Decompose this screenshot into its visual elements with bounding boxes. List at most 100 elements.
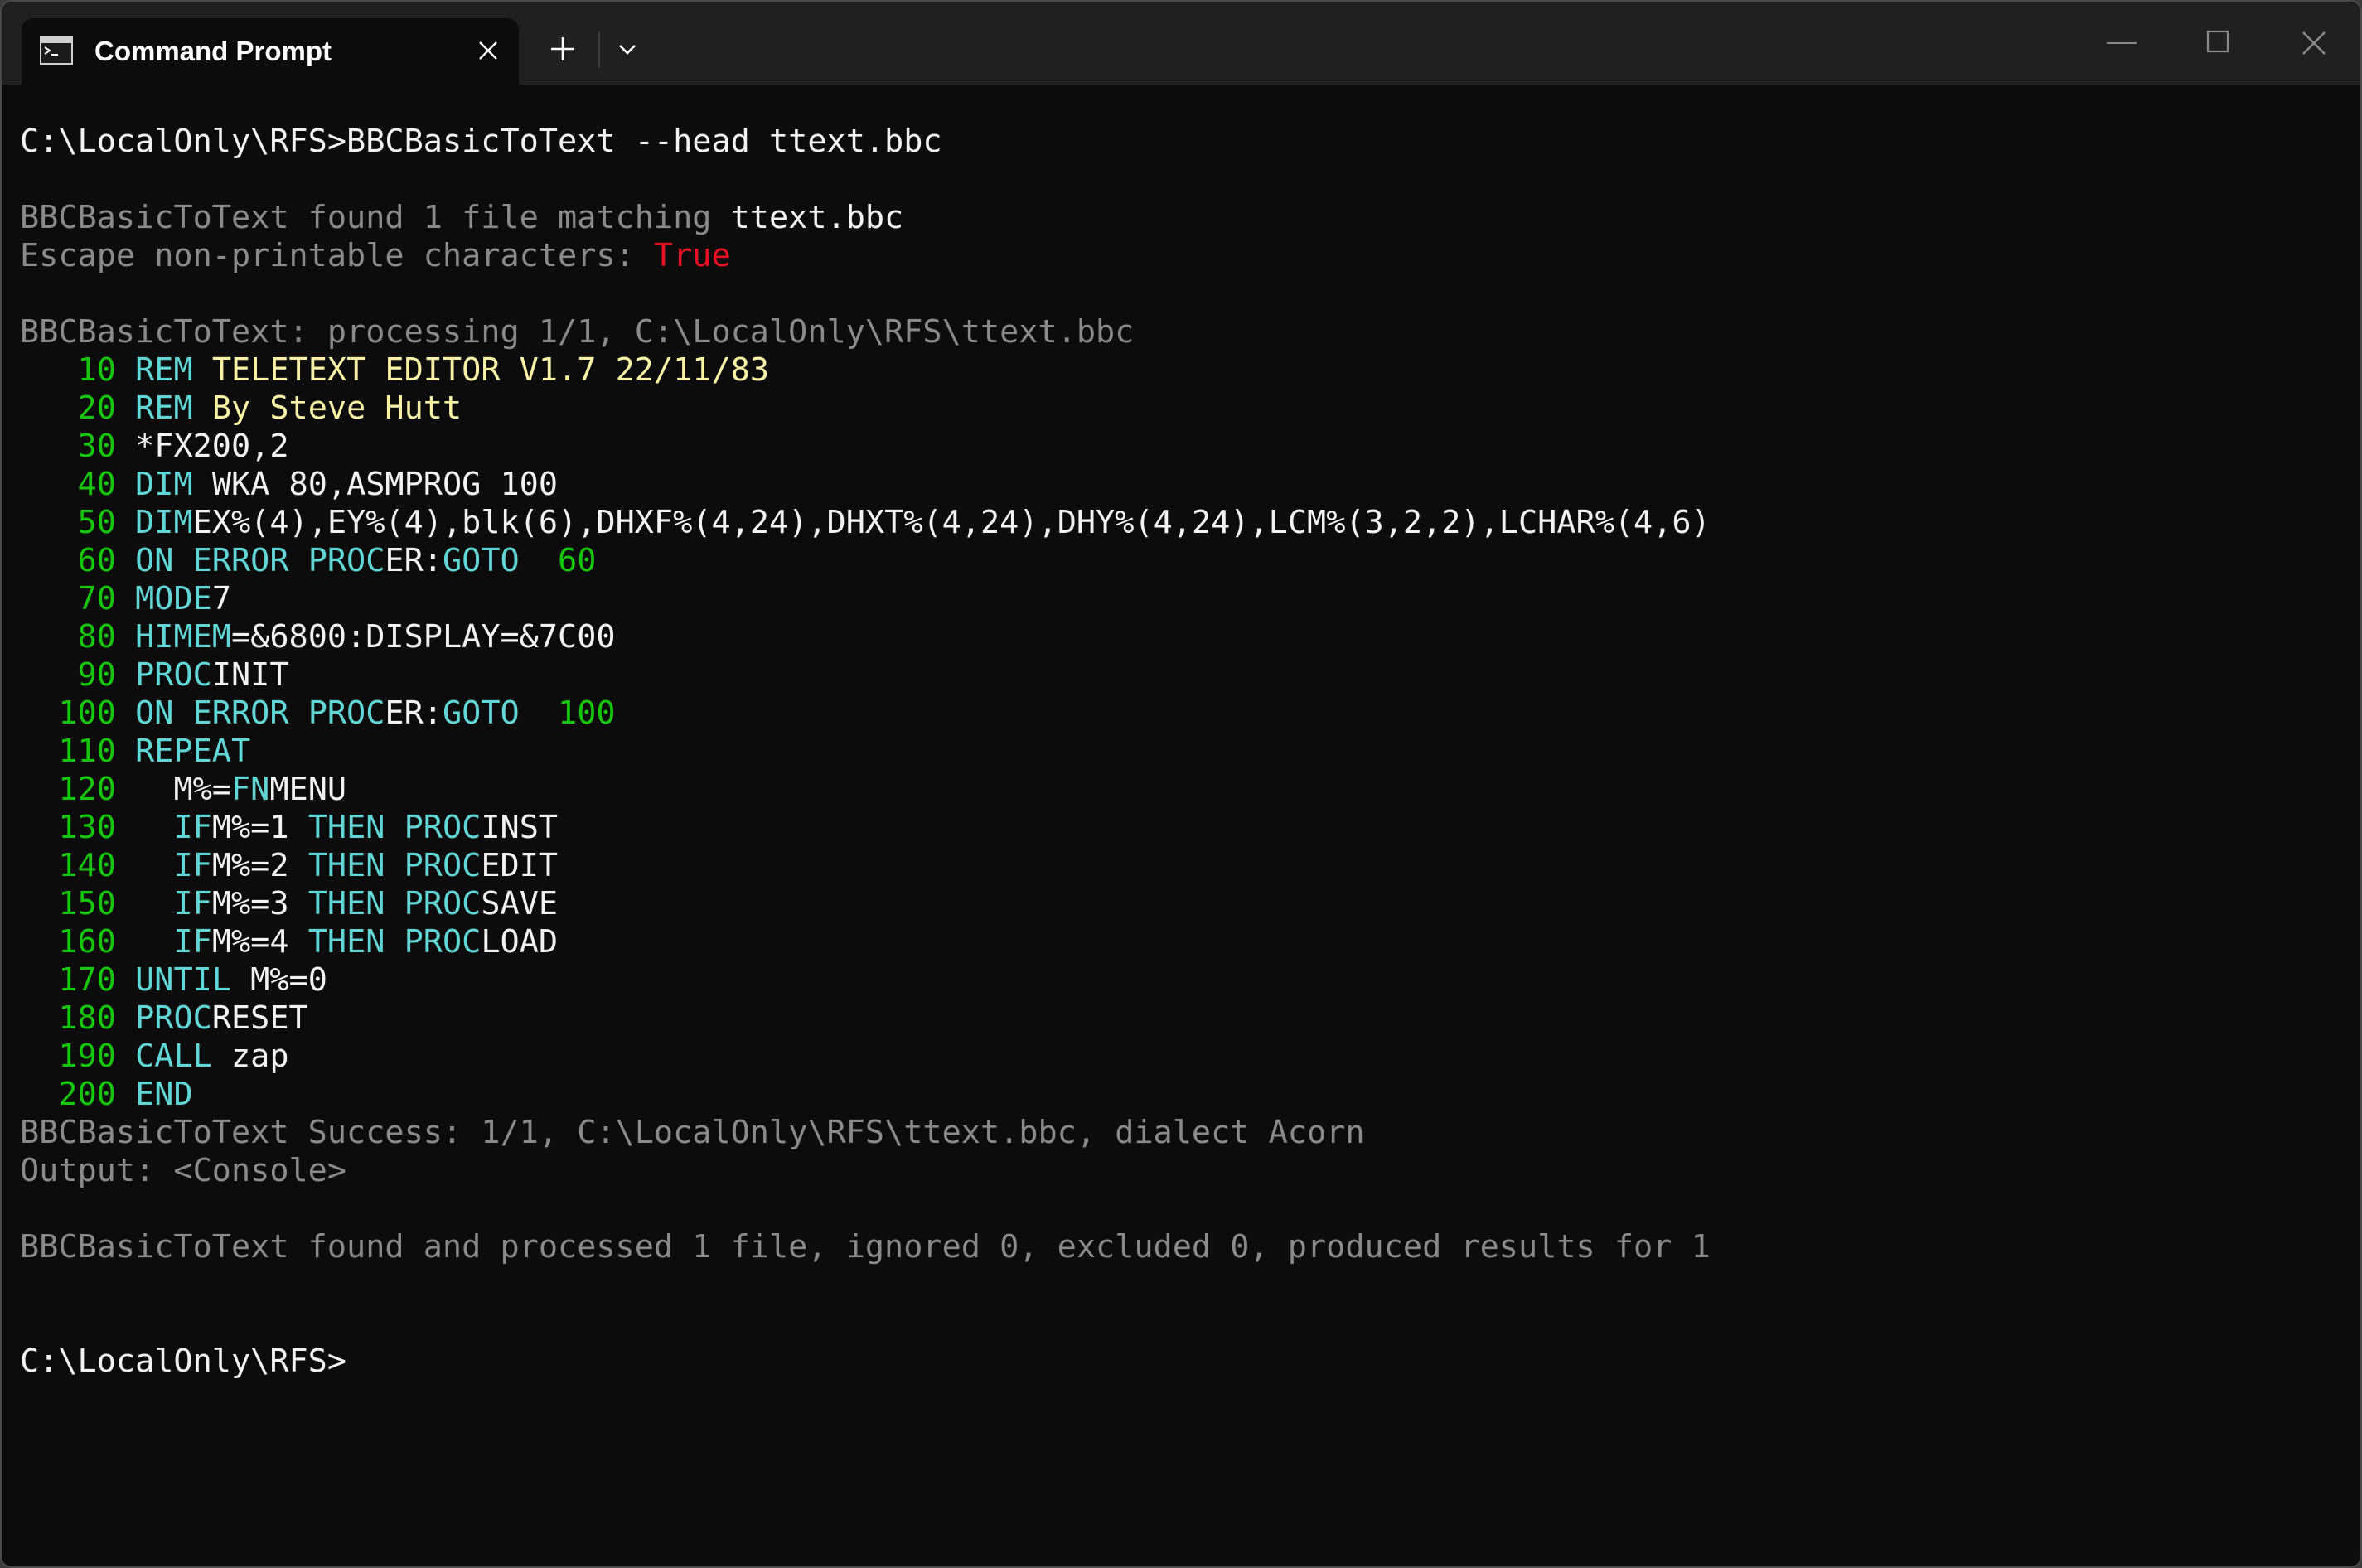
found-file: ttext.bbc [730,199,904,236]
code-token: THEN PROC [307,809,482,846]
code-token: INIT [211,656,289,694]
code-line: 110 REPEAT [20,733,2342,771]
code-token: By Steve Hutt [192,390,462,427]
code-token: *FX200,2 [135,428,289,465]
command-text: BBCBasicToText --head ttext.bbc [346,123,942,160]
line-number: 50 [20,504,116,541]
line-number: 180 [20,999,116,1037]
code-token: MENU [269,771,347,808]
processing-line: BBCBasicToText: processing 1/1, C:\Local… [20,313,1135,351]
code-token: THEN PROC [307,847,482,884]
code-token: TELETEXT EDITOR V1.7 22/11/83 [192,351,770,389]
code-line: 160 IFM%=4 THEN PROCLOAD [20,923,2342,961]
minimize-icon[interactable] [2107,41,2137,45]
plus-icon[interactable] [549,35,577,63]
close-icon[interactable] [2301,30,2327,56]
line-number: 30 [20,428,116,465]
line-number: 60 [20,542,116,579]
code-line: 170 UNTIL M%=0 [20,961,2342,999]
code-token: UNTIL [135,961,231,999]
escape-line: Escape non-printable characters: True [20,237,2342,275]
code-token: DIM [135,466,193,503]
line-number: 70 [20,580,116,617]
line-number: 110 [20,733,116,770]
code-token: THEN PROC [307,923,482,961]
line-number: 10 [20,351,116,389]
code-token: RESET [211,999,308,1037]
code-line: 140 IFM%=2 THEN PROCEDIT [20,847,2342,885]
code-line: 50 DIMEX%(4),EY%(4),blk(6),DHXF%(4,24),D… [20,504,2342,542]
code-token: IF [135,885,212,922]
code-line: 20 REM By Steve Hutt [20,390,2342,428]
escape-label: Escape non-printable characters: [20,237,654,274]
code-token: CALL [135,1038,212,1075]
tab-title: Command Prompt [94,36,332,66]
code-token: =&6800:DISPLAY=&7C00 [231,618,616,656]
code-token: ER: [385,694,443,732]
code-token: WKA 80,ASMPROG 100 [192,466,559,503]
line-number: 80 [20,618,116,656]
code-line: 30 *FX200,2 [20,428,2342,466]
final-prompt: C:\LocalOnly\RFS> [20,1343,347,1380]
code-token: FN [231,771,270,808]
chevron-down-icon[interactable] [617,41,638,58]
code-token: EX%(4),EY%(4),blk(6),DHXF%(4,24),DHXT%(4… [192,504,1711,541]
line-number: 130 [20,809,116,846]
line-number: 100 [20,694,116,732]
code-line: 190 CALL zap [20,1038,2342,1076]
close-icon[interactable] [476,38,501,63]
line-number: 40 [20,466,116,503]
code-line: 40 DIM WKA 80,ASMPROG 100 [20,466,2342,504]
code-token: ER: [385,542,443,579]
code-token: M%= [135,771,231,808]
terminal-window: Command Prompt C:\LocalOnly\RFS>BBCBasic… [0,0,2362,1568]
code-token: SAVE [481,885,559,922]
code-token: M%=0 [231,961,327,999]
code-token: M%=2 [211,847,308,884]
code-token: M%=1 [211,809,308,846]
code-token: INST [481,809,559,846]
maximize-icon[interactable] [2206,30,2229,53]
code-token: EDIT [481,847,559,884]
found-prefix: BBCBasicToText found 1 file matching [20,199,731,236]
line-number: 160 [20,923,116,961]
code-token: ON ERROR PROC [135,694,385,732]
code-token: GOTO [442,694,520,732]
command-line: C:\LocalOnly\RFS>BBCBasicToText --head t… [20,123,2342,161]
line-number: 200 [20,1076,116,1113]
code-line: 120 M%=FNMENU [20,771,2342,809]
terminal-icon [40,36,73,65]
code-line: 130 IFM%=1 THEN PROCINST [20,809,2342,847]
code-token: PROC [135,656,212,694]
code-token: 100 [519,694,616,732]
prompt-text: C:\LocalOnly\RFS> [20,123,347,160]
code-token: REM [135,390,193,427]
line-number: 170 [20,961,116,999]
code-token: MODE [135,580,212,617]
code-line: 60 ON ERROR PROCER:GOTO 60 [20,542,2342,580]
code-line: 90 PROCINIT [20,656,2342,694]
line-number: 140 [20,847,116,884]
code-token: REPEAT [135,733,251,770]
code-token: M%=4 [211,923,308,961]
line-number: 90 [20,656,116,694]
title-bar: Command Prompt [2,2,2360,85]
line-number: 20 [20,390,116,427]
code-token: 7 [211,580,231,617]
code-token: DIM [135,504,193,541]
tab-separator [598,31,600,68]
console-output[interactable]: C:\LocalOnly\RFS>BBCBasicToText --head t… [20,123,2342,1566]
code-line: 150 IFM%=3 THEN PROCSAVE [20,885,2342,923]
code-token: M%=3 [211,885,308,922]
tab-command-prompt[interactable]: Command Prompt [22,18,519,85]
code-token: LOAD [481,923,559,961]
code-line: 10 REM TELETEXT EDITOR V1.7 22/11/83 [20,351,2342,390]
code-token: PROC [135,999,212,1037]
code-line: 80 HIMEM=&6800:DISPLAY=&7C00 [20,618,2342,656]
line-number: 190 [20,1038,116,1075]
summary-line: BBCBasicToText found and processed 1 fil… [20,1228,1711,1266]
output-line: Output: <Console> [20,1152,347,1189]
